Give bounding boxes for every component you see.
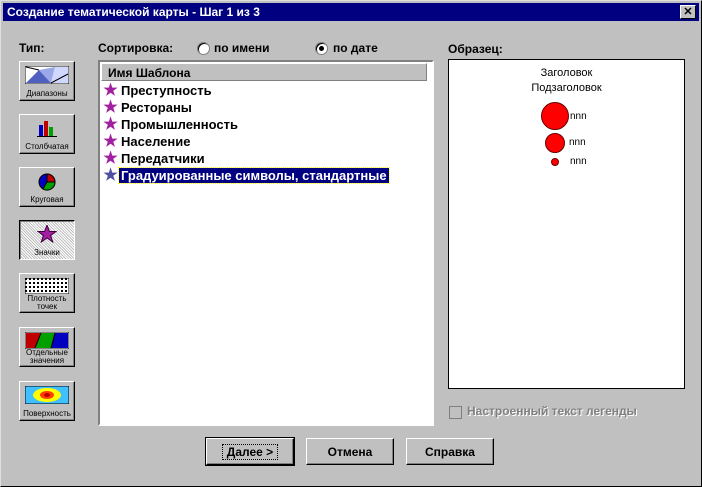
sample-title: Заголовок	[540, 67, 593, 79]
sample-subtitle: Подзаголовок	[531, 82, 602, 94]
type-individual-button[interactable]: Отдельные значения	[19, 327, 75, 367]
title-bar: Создание тематической карты - Шаг 1 из 3…	[3, 3, 699, 21]
bar-chart-icon	[37, 121, 57, 137]
help-button[interactable]: Справка	[406, 438, 494, 465]
star-symbol-icon: ★	[103, 99, 118, 116]
template-listbox[interactable]: Имя Шаблона ★ Преступность ★ Рестораны ★ Пр…	[98, 60, 434, 426]
list-item[interactable]: ★ Население	[102, 133, 192, 150]
sort-by-name-label[interactable]: по имени	[214, 41, 269, 55]
close-button[interactable]: ✕	[680, 5, 696, 19]
grid-surface-icon	[25, 386, 69, 404]
type-dot-density-caption: Плотность точек	[20, 295, 74, 311]
sort-by-date-label[interactable]: по дате	[333, 41, 378, 55]
type-bar-caption: Столбчатая	[25, 142, 69, 151]
cancel-button[interactable]: Отмена	[306, 438, 394, 465]
list-item-selected[interactable]: ★ Градуированные символы, стандартные	[102, 167, 390, 184]
type-surface-caption: Поверхность	[23, 409, 71, 418]
type-ranges-caption: Диапазоны	[26, 89, 68, 98]
legend-symbol-medium	[545, 133, 565, 153]
legend-text-medium: nnn	[569, 137, 586, 148]
star-symbol-icon: ★	[103, 116, 118, 133]
list-item[interactable]: ★ Преступность	[102, 82, 214, 99]
custom-legend-label[interactable]: Настроенный текст легенды	[467, 404, 637, 418]
type-pie-caption: Круговая	[30, 195, 64, 204]
legend-text-large: nnn	[570, 111, 587, 122]
type-individual-caption: Отдельные значения	[20, 349, 74, 365]
type-dot-density-caption-line2: точек	[37, 302, 57, 311]
star-symbol-icon: ★	[103, 133, 118, 150]
ranges-icon	[25, 66, 69, 84]
dot-density-icon	[25, 278, 69, 294]
individual-values-icon	[25, 332, 69, 349]
type-label: Тип:	[19, 41, 45, 55]
list-item[interactable]: ★ Промышленность	[102, 116, 240, 133]
type-ranges-button[interactable]: Диапазоны	[19, 61, 75, 101]
star-symbol-icon: ★	[103, 167, 118, 184]
sample-label: Образец:	[448, 42, 503, 56]
dialog-window: Создание тематической карты - Шаг 1 из 3…	[0, 0, 702, 487]
legend-symbol-large	[541, 102, 569, 130]
sort-by-date-radio[interactable]	[315, 42, 328, 55]
template-list-header[interactable]: Имя Шаблона	[101, 63, 427, 81]
list-item[interactable]: ★ Передатчики	[102, 150, 207, 167]
type-dot-density-button[interactable]: Плотность точек	[19, 273, 75, 313]
sample-preview: Заголовок Подзаголовок nnn nnn nnn	[448, 59, 685, 389]
type-bar-button[interactable]: Столбчатая	[19, 114, 75, 154]
type-individual-caption-line2: значения	[29, 356, 65, 365]
type-surface-button[interactable]: Поверхность	[19, 381, 75, 421]
sort-by-name-radio[interactable]	[197, 42, 210, 55]
type-symbols-caption: Значки	[34, 248, 60, 257]
sort-label: Сортировка:	[98, 41, 174, 55]
next-button[interactable]: Далее >	[205, 437, 295, 466]
legend-symbol-small	[551, 158, 559, 166]
star-symbol-icon: ★	[103, 82, 118, 99]
list-item[interactable]: ★ Рестораны	[102, 99, 194, 116]
legend-text-small: nnn	[570, 156, 587, 167]
window-title: Создание тематической карты - Шаг 1 из 3	[7, 5, 260, 19]
pie-chart-icon	[38, 173, 56, 191]
symbol-star-icon	[37, 225, 57, 243]
custom-legend-checkbox[interactable]	[449, 406, 462, 419]
type-symbols-button[interactable]: Значки	[19, 220, 75, 260]
star-symbol-icon: ★	[103, 150, 118, 167]
type-pie-button[interactable]: Круговая	[19, 167, 75, 207]
